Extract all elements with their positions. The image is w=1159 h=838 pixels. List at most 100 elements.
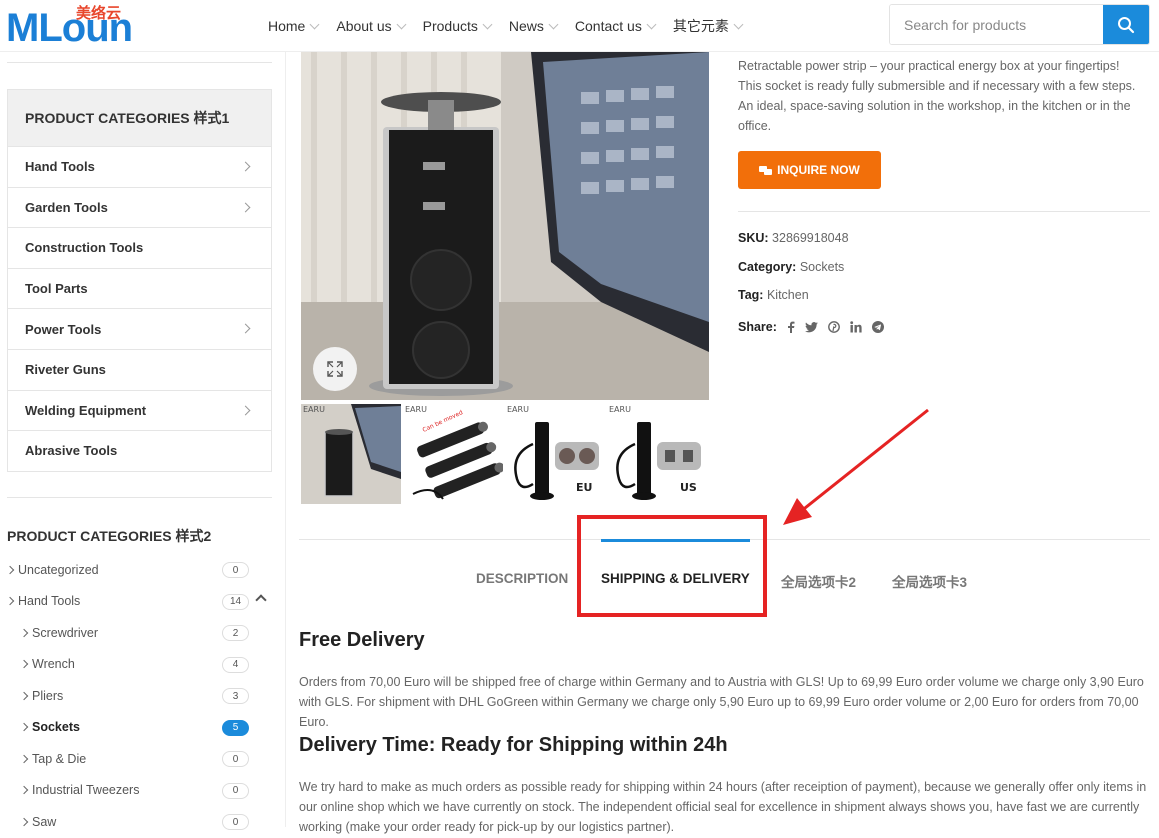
pinterest-icon[interactable] [828,321,840,333]
widget-title: PRODUCT CATEGORIES 样式2 [7,528,212,544]
thumbnail-4[interactable]: EARU US [607,404,707,504]
nav-other-elements[interactable]: 其它元素 [672,16,744,36]
category-label: Construction Tools [25,240,144,256]
category-label: Wrench [32,657,75,672]
nav-label: 其它元素 [672,18,729,34]
nav-about[interactable]: About us [336,18,407,34]
category-list-item[interactable]: Uncategorized 0 [5,554,272,586]
thumbnail-caption: EU [576,481,593,494]
category-item-abrasive-tools[interactable]: Abrasive Tools [8,430,271,471]
category-item-garden-tools[interactable]: Garden Tools [8,186,271,228]
content-heading-free-delivery: Free Delivery [299,629,425,651]
product-main-image[interactable] [301,52,709,400]
site-logo[interactable]: MLoun 美络云 [6,4,146,48]
facebook-icon[interactable] [787,321,795,333]
nav-news[interactable]: News [508,18,559,34]
zoom-button[interactable] [313,347,357,391]
category-label: Power Tools [25,321,102,337]
product-short-description: Retractable power strip – your practical… [738,59,1136,133]
chevron-right-icon[interactable] [240,405,251,416]
chevron-right-icon [19,691,29,700]
sku-value: 32869918048 [772,231,849,245]
telegram-icon[interactable] [871,321,884,333]
inquire-now-button[interactable]: INQUIRE NOW [738,151,881,189]
count-badge: 3 [222,688,249,704]
category-item-power-tools[interactable]: Power Tools [8,308,271,349]
count-badge: 0 [222,562,249,578]
category-item-riveter-guns[interactable]: Riveter Guns [8,348,271,390]
category-item-construction-tools[interactable]: Construction Tools [8,227,271,268]
category-list-item[interactable]: Screwdriver 2 [7,617,272,649]
nav-label: Home [268,18,306,34]
chevron-right-icon [5,597,15,606]
product-category: Category: Sockets [738,260,844,274]
nav-home[interactable]: Home [268,18,320,34]
product-categories-widget-2: Uncategorized 0 Hand Tools 14 Screwdriver 2… [5,554,272,838]
chevron-right-icon[interactable] [240,323,251,334]
count-badge: 5 [222,719,249,736]
content-paragraph-delivery-time: We try hard to make as much orders as po… [299,780,1147,834]
product-main: EARU EARU Can be moved EARU EU EARU US R… [286,52,1159,834]
nav-label: News [508,18,544,34]
chevron-down-icon [733,19,744,29]
category-item-tool-parts[interactable]: Tool Parts [8,267,271,309]
category-list-item[interactable]: Wrench 4 [7,649,272,681]
category-list-item-active[interactable]: Sockets 5 [7,712,272,744]
nav-contact[interactable]: Contact us [574,18,657,34]
tab-description[interactable]: DESCRIPTION [476,571,568,586]
category-list-item[interactable]: Pliers 3 [7,680,272,712]
search-button[interactable] [1103,5,1149,44]
count-badge: 0 [222,814,249,830]
category-label: Category: [738,260,797,274]
chevron-right-icon[interactable] [240,202,251,213]
category-label: Hand Tools [18,594,81,609]
content-paragraph-delivery-cost: Orders from 70,00 Euro will be shipped f… [299,675,1144,729]
sidebar: PRODUCT CATEGORIES 样式1 Hand Tools Garden… [0,52,286,830]
logo-cn-text: 美络云 [76,4,122,22]
widget-title: PRODUCT CATEGORIES 样式1 [8,90,271,146]
tag-link[interactable]: Kitchen [767,288,809,302]
thumbnail-brand: EARU [609,405,631,414]
linkedin-icon[interactable] [850,321,862,333]
site-header: MLoun 美络云 Home About us Products News Co… [0,0,1159,52]
category-list-item[interactable]: Saw 0 [7,806,272,838]
thumbnail-3[interactable]: EARU EU [505,404,605,504]
divider [738,211,1150,212]
tab-global-2[interactable]: 全局选项卡2 [781,571,856,591]
product-sku: SKU: 32869918048 [738,231,849,245]
product-thumbnails: EARU EARU Can be moved EARU EU EARU US [301,404,711,504]
twitter-icon[interactable] [804,321,818,333]
category-label: Sockets [32,720,80,735]
category-link[interactable]: Sockets [800,260,844,274]
category-item-hand-tools[interactable]: Hand Tools [8,146,271,187]
nav-products[interactable]: Products [423,18,493,34]
thumbnail-brand: EARU [507,405,529,414]
count-badge: 0 [222,782,249,799]
category-list-item[interactable]: Tap & Die 0 [7,743,272,775]
category-list-item[interactable]: Hand Tools 14 [5,586,272,618]
thumbnail-1[interactable]: EARU [301,404,401,504]
chevron-down-icon [646,19,657,29]
annotation-highlight-box [577,515,767,617]
category-label: Welding Equipment [25,402,147,418]
expand-icon [327,361,343,377]
chevron-down-icon [482,19,493,29]
chevron-up-icon[interactable] [255,593,267,606]
search-input[interactable] [890,5,1104,44]
chevron-right-icon[interactable] [240,161,251,172]
category-item-welding-equipment[interactable]: Welding Equipment [8,389,271,431]
count-badge: 0 [222,751,249,767]
count-badge: 14 [222,593,249,610]
category-label: Tap & Die [32,751,87,766]
sku-label: SKU: [738,231,769,245]
category-label: Screwdriver [32,625,98,640]
tab-global-3[interactable]: 全局选项卡3 [892,571,967,591]
chevron-down-icon [396,19,407,29]
thumbnail-caption: US [680,481,697,494]
product-photo [301,52,709,400]
divider [7,497,272,498]
nav-label: Contact us [574,18,642,34]
category-list-item[interactable]: Industrial Tweezers 0 [7,775,272,807]
thumbnail-2[interactable]: EARU Can be moved [403,404,503,504]
thumbnail-image [301,404,401,504]
